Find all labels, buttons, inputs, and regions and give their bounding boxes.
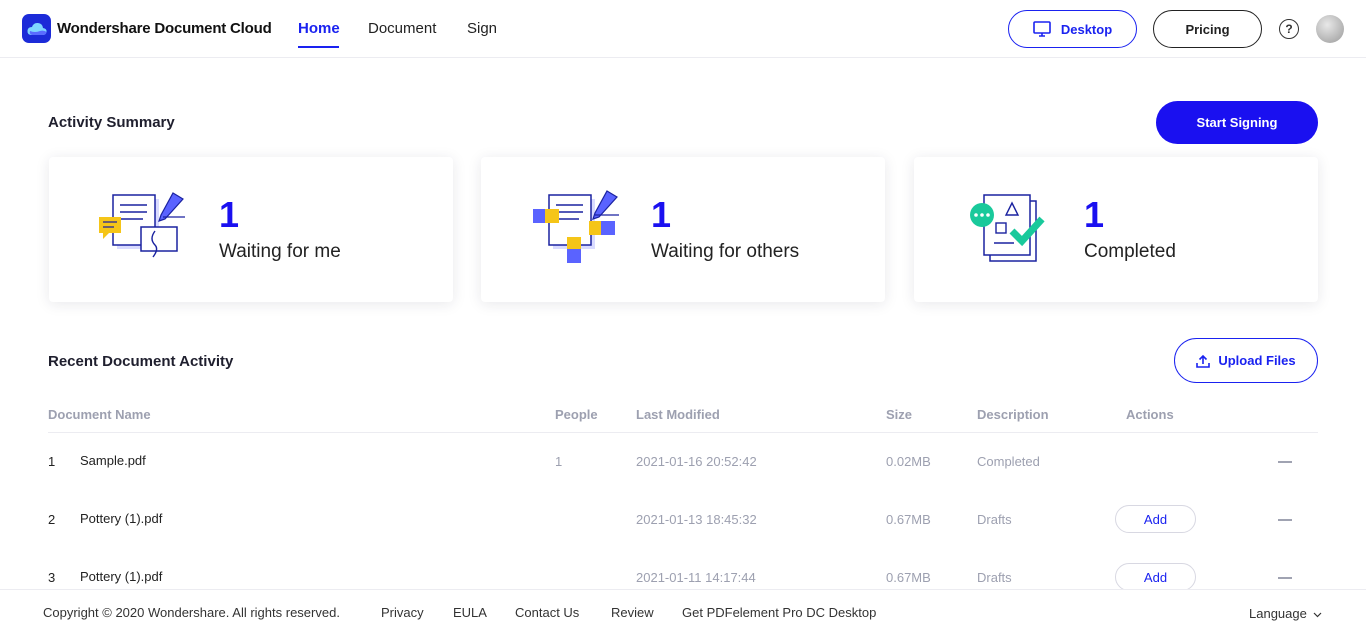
file-size: 0.67MB [886, 512, 931, 527]
cloud-logo-icon[interactable] [22, 14, 51, 43]
help-icon[interactable]: ? [1279, 19, 1299, 39]
card-waiting-for-others[interactable]: 1 Waiting for others [481, 157, 885, 302]
pricing-button[interactable]: Pricing [1153, 10, 1262, 48]
table-header-divider [48, 432, 1318, 433]
upload-files-button[interactable]: Upload Files [1174, 338, 1318, 383]
column-header-actions: Actions [1126, 407, 1174, 422]
more-options-icon[interactable] [1278, 577, 1292, 579]
user-avatar[interactable] [1316, 15, 1344, 43]
document-name[interactable]: Pottery (1).pdf [80, 511, 162, 526]
last-modified: 2021-01-13 18:45:32 [636, 512, 757, 527]
footer-link-review[interactable]: Review [611, 605, 654, 620]
waiting-for-me-label: Waiting for me [219, 241, 341, 262]
waiting-for-others-label: Waiting for others [651, 241, 800, 262]
row-index: 2 [48, 512, 56, 527]
column-header-last-modified[interactable]: Last Modified [636, 407, 720, 422]
top-navbar: Wondershare Document Cloud Home Document… [0, 0, 1366, 58]
desktop-label: Desktop [1060, 21, 1113, 37]
more-options-icon[interactable] [1278, 519, 1292, 521]
waiting-for-others-count: 1 [651, 194, 672, 235]
column-header-description[interactable]: Description [977, 407, 1049, 422]
footer-link-contact-us[interactable]: Contact Us [515, 605, 579, 620]
language-label: Language [1249, 606, 1307, 621]
people-count: 1 [555, 454, 563, 469]
footer: Copyright © 2020 Wondershare. All rights… [0, 589, 1366, 634]
document-name[interactable]: Pottery (1).pdf [80, 569, 162, 584]
table-row[interactable]: 1 Sample.pdf 1 2021-01-16 20:52:42 0.02M… [0, 442, 1366, 482]
file-size: 0.67MB [886, 570, 931, 585]
file-size: 0.02MB [886, 454, 931, 469]
nav-active-indicator [298, 46, 339, 48]
column-header-people[interactable]: People [555, 407, 598, 422]
footer-link-get-desktop[interactable]: Get PDFelement Pro DC Desktop [682, 605, 876, 620]
document-name[interactable]: Sample.pdf [80, 453, 146, 468]
last-modified: 2021-01-11 14:17:44 [636, 570, 756, 585]
hands-document-icon [533, 190, 619, 263]
completed-count: 1 [1084, 194, 1105, 235]
add-button[interactable]: Add [1115, 505, 1196, 533]
monitor-icon [1033, 21, 1051, 37]
language-selector[interactable]: Language [1249, 606, 1322, 621]
sign-pen-document-icon [99, 192, 185, 258]
row-index: 1 [48, 454, 56, 469]
copyright-text: Copyright © 2020 Wondershare. All rights… [43, 605, 340, 620]
start-signing-button[interactable]: Start Signing [1156, 101, 1318, 144]
chevron-down-icon [1314, 612, 1322, 617]
upload-files-label: Upload Files [1218, 353, 1296, 368]
card-waiting-for-me[interactable]: 1 Waiting for me [49, 157, 453, 302]
last-modified: 2021-01-16 20:52:42 [636, 454, 757, 469]
description: Drafts [977, 570, 1012, 585]
desktop-button[interactable]: Desktop [1008, 10, 1137, 48]
completed-check-document-icon [970, 194, 1045, 262]
description: Completed [977, 454, 1040, 469]
footer-link-privacy[interactable]: Privacy [381, 605, 424, 620]
activity-summary-title: Activity Summary [48, 114, 175, 131]
more-options-icon[interactable] [1278, 461, 1292, 463]
nav-sign[interactable]: Sign [467, 20, 497, 37]
upload-icon [1196, 354, 1211, 368]
nav-home[interactable]: Home [298, 20, 340, 37]
column-header-document-name[interactable]: Document Name [48, 407, 151, 422]
description: Drafts [977, 512, 1012, 527]
nav-document[interactable]: Document [368, 20, 436, 37]
column-header-size[interactable]: Size [886, 407, 912, 422]
footer-link-eula[interactable]: EULA [453, 605, 487, 620]
add-button[interactable]: Add [1115, 563, 1196, 591]
recent-activity-title: Recent Document Activity [48, 353, 234, 370]
completed-label: Completed [1084, 241, 1176, 262]
table-row[interactable]: 2 Pottery (1).pdf 2021-01-13 18:45:32 0.… [0, 500, 1366, 540]
brand-name[interactable]: Wondershare Document Cloud [57, 20, 272, 37]
waiting-for-me-count: 1 [219, 194, 240, 235]
row-index: 3 [48, 570, 56, 585]
card-completed[interactable]: 1 Completed [914, 157, 1318, 302]
